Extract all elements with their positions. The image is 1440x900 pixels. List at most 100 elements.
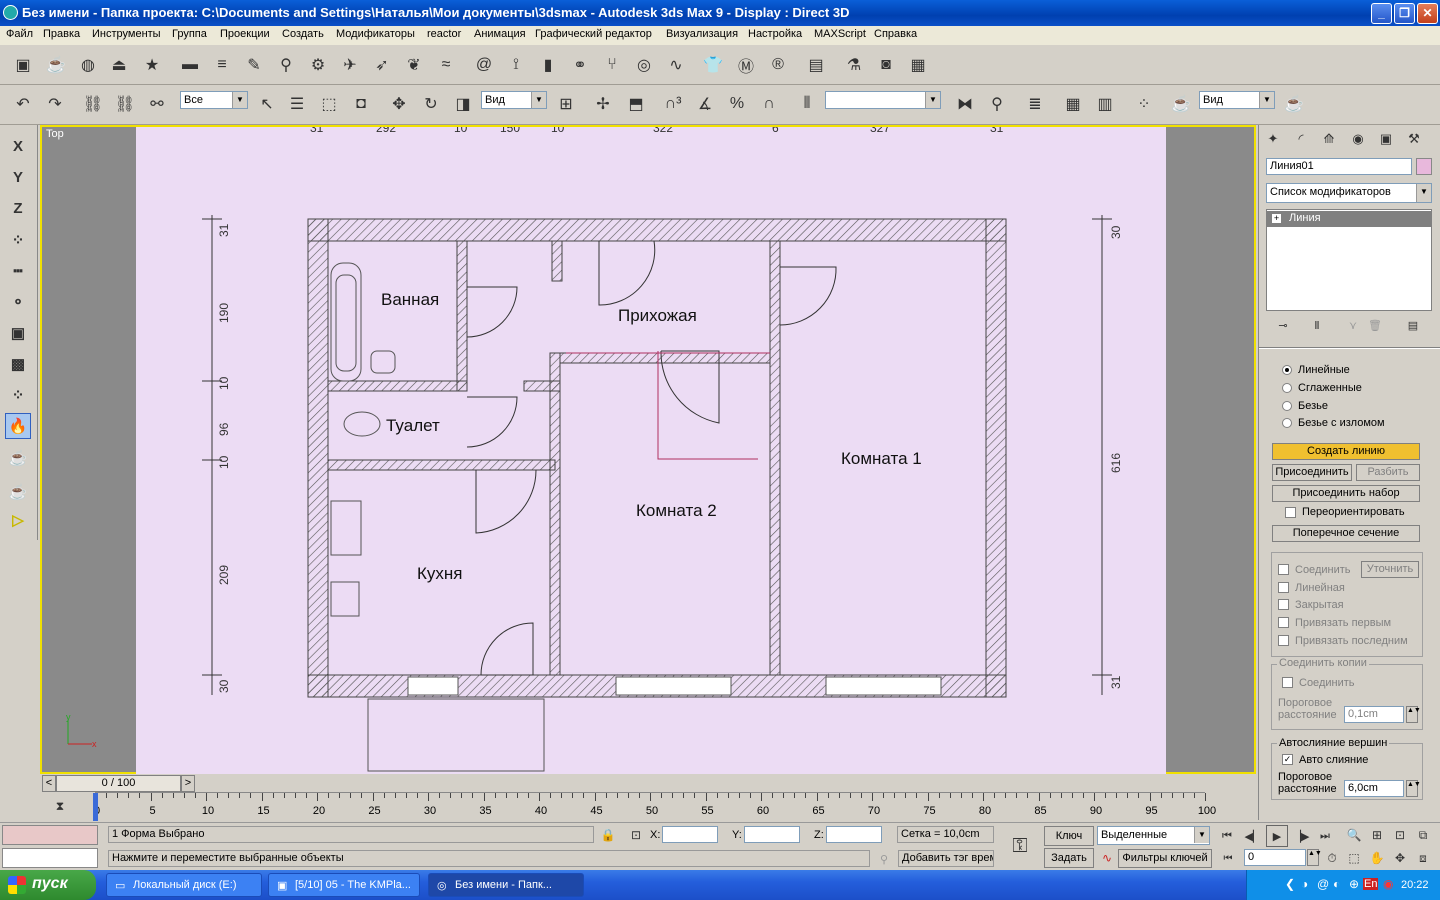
m-swirl-icon[interactable]: ® <box>765 52 791 78</box>
restrict-x-button[interactable]: X <box>5 133 31 159</box>
time-next-button[interactable]: > <box>181 775 195 792</box>
motion-tab-icon[interactable]: ◉ <box>1346 127 1370 151</box>
cross-section-button[interactable]: Поперечное сечение <box>1272 525 1420 542</box>
restrict-z-button[interactable]: Z <box>5 195 31 221</box>
y-coord-field[interactable] <box>744 826 800 843</box>
bone-icon[interactable]: ⟟ <box>503 52 529 78</box>
region-zoom-icon[interactable]: ⬚ <box>1344 848 1364 868</box>
pin-stack-icon[interactable]: ⊸ <box>1273 315 1293 335</box>
keyboard-shortcut-icon[interactable]: ⬒ <box>623 91 649 117</box>
pen-icon[interactable]: ✎ <box>241 52 267 78</box>
select-by-name-icon[interactable]: ☰ <box>284 91 310 117</box>
menu-customize[interactable]: Настройка <box>748 28 802 40</box>
layers-icon[interactable]: ≡ <box>209 52 235 78</box>
tray-network-icon[interactable]: ◑ <box>1301 877 1308 891</box>
make-unique-icon[interactable]: ⋎ <box>1343 315 1363 335</box>
undo-icon[interactable]: ↶ <box>10 91 36 117</box>
curve-icon[interactable]: ∿ <box>663 52 689 78</box>
cylinder-icon[interactable]: ▮ <box>535 52 561 78</box>
menu-reactor[interactable]: reactor <box>427 28 461 40</box>
wave-icon[interactable]: ≈ <box>433 52 459 78</box>
zoom-all-icon[interactable]: ⊞ <box>1367 825 1387 845</box>
x-coord-field[interactable] <box>662 826 718 843</box>
play-icon[interactable]: ▷ <box>5 507 31 533</box>
box-icon[interactable]: ▣ <box>10 52 36 78</box>
bind-first-checkbox[interactable] <box>1278 617 1289 628</box>
spinner-snap-icon[interactable]: ∩ <box>756 91 782 117</box>
remove-modifier-icon[interactable]: 🗑 <box>1365 315 1385 335</box>
tray-arrow-icon[interactable]: ❮ <box>1285 877 1295 891</box>
bind-last-checkbox[interactable] <box>1278 635 1289 646</box>
restrict-y-button[interactable]: Y <box>5 164 31 190</box>
tray-volume-icon[interactable]: ◐ <box>1333 877 1340 891</box>
maximize-button[interactable]: ❐ <box>1394 3 1415 24</box>
set-key-button[interactable]: Задать <box>1044 848 1094 868</box>
display-floater-icon[interactable]: ▣ <box>5 320 31 346</box>
pivot-center-icon[interactable]: ⊞ <box>553 91 579 117</box>
object-color-swatch[interactable] <box>1416 158 1432 175</box>
bind-space-warp-icon[interactable]: ⚯ <box>144 91 170 117</box>
goto-end-icon[interactable]: ⏭ <box>1314 825 1336 847</box>
maxscript-listener-pink[interactable] <box>2 825 98 845</box>
menu-file[interactable]: Файл <box>6 28 33 40</box>
interp-bezier-corner-radio[interactable] <box>1282 418 1292 428</box>
reference-coord-dropdown[interactable]: Вид ▼ <box>481 91 547 109</box>
threshold-field[interactable]: 0,1cm <box>1344 706 1404 723</box>
maxscript-listener-white[interactable] <box>2 848 98 868</box>
edit-named-selection-icon[interactable]: ⦀ <box>794 91 820 117</box>
sphere-icon[interactable]: ◍ <box>75 52 101 78</box>
autoweld-threshold-field[interactable]: 6,0cm <box>1344 780 1404 797</box>
fork-icon[interactable]: ⑂ <box>599 52 625 78</box>
move-icon[interactable]: ✥ <box>386 91 412 117</box>
notepad-icon[interactable]: ▤ <box>803 52 829 78</box>
star-icon[interactable]: ★ <box>139 52 165 78</box>
rotate-icon[interactable]: ↻ <box>418 91 444 117</box>
grid-icon[interactable]: ▩ <box>5 351 31 377</box>
time-prev-button[interactable]: < <box>42 775 56 792</box>
menu-edit[interactable]: Правка <box>43 28 80 40</box>
leaf-icon[interactable]: ❦ <box>401 52 427 78</box>
redo-icon[interactable]: ↷ <box>42 91 68 117</box>
menu-tools[interactable]: Инструменты <box>92 28 161 40</box>
timeline-ticks[interactable]: 0510152025303540455055606570758085909510… <box>93 792 1216 822</box>
teapot-small-icon[interactable]: ☕ <box>5 479 31 505</box>
wing-icon[interactable]: ➶ <box>369 52 395 78</box>
start-button[interactable]: пуск <box>0 870 96 900</box>
plane-icon[interactable]: ⏏ <box>106 52 132 78</box>
absolute-mode-icon[interactable]: ⊡ <box>626 825 646 845</box>
teapot-icon[interactable]: ☕ <box>43 52 69 78</box>
configure-sets-icon[interactable]: ▤ <box>1403 315 1423 335</box>
zoom-extents-all-icon[interactable]: ⧉ <box>1413 825 1433 845</box>
set-key-icon[interactable]: ⚿ <box>1004 833 1036 859</box>
magnify-icon[interactable]: ⚲ <box>273 52 299 78</box>
task-local-disk[interactable]: ▭ Локальный диск (E:) <box>106 873 262 897</box>
schematic-view-icon[interactable]: ▥ <box>1092 91 1118 117</box>
minimize-button[interactable]: _ <box>1371 3 1392 24</box>
particle-icon[interactable]: ⁘ <box>5 227 31 253</box>
modify-tab-icon[interactable]: ◜ <box>1289 127 1313 151</box>
render-type-dropdown[interactable]: Вид ▼ <box>1199 91 1275 109</box>
menu-modifiers[interactable]: Модификаторы <box>336 28 415 40</box>
attach-multi-button[interactable]: Присоединить набор <box>1272 485 1420 502</box>
display-tab-icon[interactable]: ▣ <box>1374 127 1398 151</box>
z-coord-field[interactable] <box>826 826 882 843</box>
modifier-stack[interactable]: + Линия <box>1266 209 1432 311</box>
autoweld-threshold-spinner[interactable]: ▲▼ <box>1406 780 1421 797</box>
play-button[interactable]: ▶ <box>1266 825 1288 847</box>
refine-button[interactable]: Уточнить <box>1361 561 1419 578</box>
task-kmplayer[interactable]: ▣ [5/10] 05 - The KMPla... <box>268 873 420 897</box>
viewport-top[interactable]: Top Ванная Прихожая Туалет Комната 1 Ком… <box>40 121 1256 774</box>
pan-icon[interactable]: ✋ <box>1367 848 1387 868</box>
unlink-icon[interactable]: ⛓ <box>112 91 138 117</box>
show-end-result-icon[interactable]: Ⅱ <box>1307 315 1327 335</box>
stack-item-line[interactable]: + Линия <box>1267 211 1431 227</box>
snap-3d-icon[interactable]: ∩³ <box>660 91 686 117</box>
teapot-render-icon[interactable]: ☕ <box>5 445 31 471</box>
material-editor-icon[interactable]: ⁘ <box>1131 91 1157 117</box>
timeline-ruler[interactable]: ⧗ 05101520253035404550556065707580859095… <box>40 792 1256 822</box>
connect-checkbox[interactable] <box>1278 564 1289 575</box>
tray-app-icon[interactable]: ⊕ <box>1349 877 1359 891</box>
autoweld-checkbox[interactable]: ✓ <box>1282 754 1293 765</box>
closed-checkbox[interactable] <box>1278 599 1289 610</box>
time-tag-icon[interactable]: ⚲ <box>874 849 894 869</box>
